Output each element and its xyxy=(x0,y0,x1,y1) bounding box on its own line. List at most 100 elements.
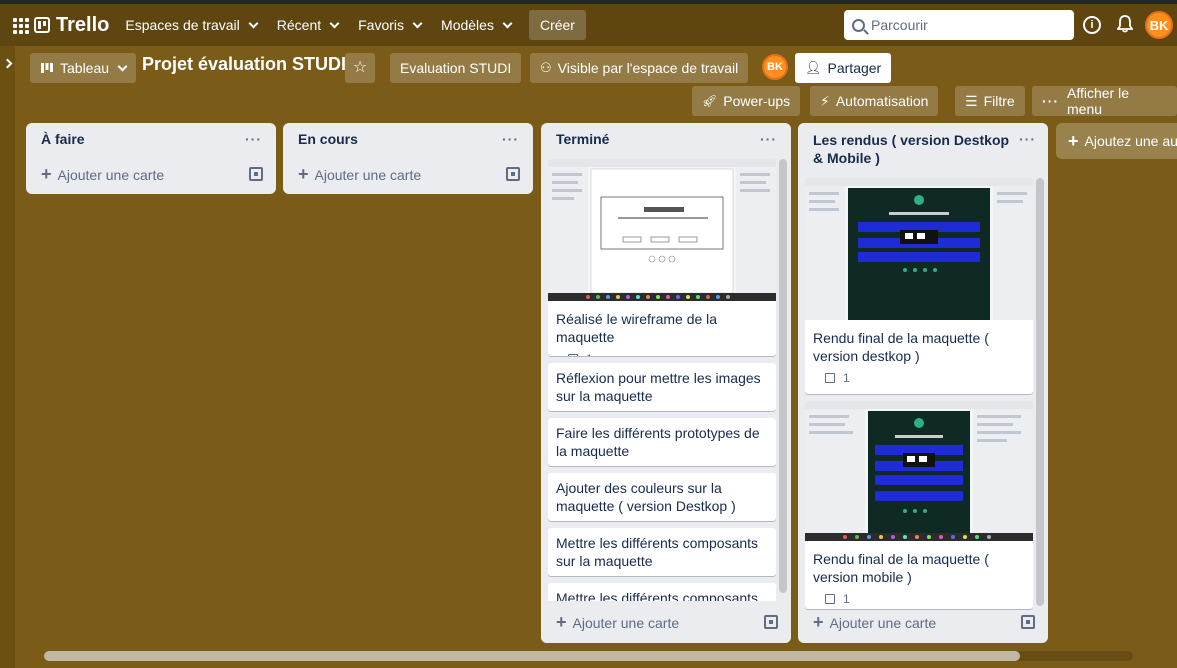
card[interactable]: Ajouter des couleurs sur la maquette ( v… xyxy=(548,473,776,521)
create-button[interactable]: Créer xyxy=(528,10,586,40)
card[interactable]: Rendu final de la maquette ( version des… xyxy=(805,178,1033,394)
plus-icon: + xyxy=(1068,130,1079,151)
view-switcher[interactable]: Tableau xyxy=(30,53,137,83)
chevron-down-icon xyxy=(117,61,128,71)
recent-menu[interactable]: Récent xyxy=(267,9,348,41)
list-todo: À faire ··· + Ajouter une carte xyxy=(26,123,276,194)
list-scrollbar[interactable] xyxy=(1036,178,1044,606)
favorites-label: Favoris xyxy=(358,17,405,33)
add-card-button[interactable]: + Ajouter une carte xyxy=(298,164,421,185)
card-title: Rendu final de la maquette ( version mob… xyxy=(813,551,989,585)
workspaces-menu[interactable]: Espaces de travail xyxy=(115,9,266,41)
add-card-button[interactable]: + Ajouter une carte xyxy=(556,612,679,633)
search-icon xyxy=(852,18,865,32)
card-title: Mettre les différents composants sur la … xyxy=(556,535,759,569)
wireframe-thumbnail xyxy=(548,159,776,301)
card-title: Ajouter des couleurs sur la maquette ( v… xyxy=(556,480,736,514)
workspace-button[interactable]: Evaluation STUDI xyxy=(390,53,522,83)
list-deliverables: Les rendus ( version Destkop & Mobile ) ·… xyxy=(798,123,1048,643)
app-header: Trello Espaces de travail Récent Favoris… xyxy=(0,4,1177,46)
badge-count: 1 xyxy=(843,371,850,385)
card[interactable]: Réflexion pour mettre les images sur la … xyxy=(548,363,776,411)
rocket-icon: 🚀︎ xyxy=(702,94,718,108)
board-icon xyxy=(41,63,53,73)
card-title: Rendu final de la maquette ( version des… xyxy=(813,330,989,364)
automation-label: Automatisation xyxy=(835,93,929,109)
visibility-button[interactable]: ⚇ Visible par l'espace de travail xyxy=(530,53,749,83)
badge-count: 1 xyxy=(843,592,850,606)
star-icon[interactable]: ☆ xyxy=(345,53,375,83)
trello-logo[interactable]: Trello xyxy=(34,14,109,37)
favorites-menu[interactable]: Favoris xyxy=(348,9,431,41)
attachment-icon xyxy=(825,594,835,604)
plus-icon: + xyxy=(556,612,567,632)
card-template-icon[interactable] xyxy=(764,615,778,629)
list-menu-icon[interactable]: ··· xyxy=(760,131,777,147)
search-input[interactable]: Parcourir xyxy=(844,10,1074,40)
workspaces-label: Espaces de travail xyxy=(125,17,240,33)
add-card-label: Ajouter une carte xyxy=(314,166,422,183)
attachment-icon xyxy=(825,373,835,383)
filter-button[interactable]: ☰ Filtre xyxy=(955,86,1025,116)
card[interactable]: Réalisé le wireframe de la maquette 1 xyxy=(548,159,776,356)
add-card-label: Ajouter une carte xyxy=(57,166,165,183)
list-menu-icon[interactable]: ··· xyxy=(502,131,519,147)
attachment-badge: 1 xyxy=(805,371,1033,393)
add-card-label: Ajouter une carte xyxy=(572,614,680,631)
chevron-down-icon xyxy=(329,18,340,28)
people-icon: ⚇ xyxy=(540,60,552,75)
templates-menu[interactable]: Modèles xyxy=(431,9,521,41)
card[interactable]: Faire les différents prototypes de la ma… xyxy=(548,418,776,466)
sidebar-collapsed[interactable] xyxy=(0,46,15,668)
chevron-down-icon xyxy=(502,18,513,28)
board-title[interactable]: Projet évaluation STUDI xyxy=(142,54,346,75)
list-title[interactable]: Terminé xyxy=(556,131,609,147)
powerups-button[interactable]: 🚀︎ Power-ups xyxy=(692,86,801,116)
add-card-button[interactable]: + Ajouter une carte xyxy=(41,164,164,185)
share-button[interactable]: 👤︎ Partager xyxy=(795,53,892,83)
member-avatar[interactable]: BK xyxy=(762,54,788,80)
card-template-icon[interactable] xyxy=(506,167,520,181)
list-title[interactable]: Les rendus ( version Destkop & Mobile ) xyxy=(813,131,1013,167)
list-done: Terminé ··· Réalisé le wireframe de la ma… xyxy=(541,123,791,643)
show-menu-button[interactable]: ··· Afficher le menu xyxy=(1032,85,1177,117)
card[interactable]: Mettre les différents composants sur la … xyxy=(548,528,776,576)
recent-label: Récent xyxy=(276,17,322,33)
attachment-icon xyxy=(568,354,578,356)
lightning-icon: ⚡︎ xyxy=(820,92,830,109)
automation-button[interactable]: ⚡︎ Automatisation xyxy=(810,86,939,116)
card-template-icon[interactable] xyxy=(249,167,263,181)
add-list-button[interactable]: + Ajoutez une aut xyxy=(1056,123,1177,159)
attachment-badge: 1 xyxy=(548,352,776,356)
list-title[interactable]: À faire xyxy=(41,131,85,147)
more-icon: ··· xyxy=(1042,93,1059,109)
mobile-mockup-thumbnail xyxy=(805,401,1033,541)
add-card-button[interactable]: + Ajouter une carte xyxy=(813,612,936,633)
list-menu-icon[interactable]: ··· xyxy=(1019,131,1036,167)
card-template-icon[interactable] xyxy=(1021,615,1035,629)
card-title: Faire les différents prototypes de la ma… xyxy=(556,425,760,459)
view-label: Tableau xyxy=(60,60,110,76)
list-menu-icon[interactable]: ··· xyxy=(245,131,262,147)
card-title: Réflexion pour mettre les images sur la … xyxy=(556,370,761,404)
card-title: Réalisé le wireframe de la maquette xyxy=(556,311,718,345)
card[interactable]: Rendu final de la maquette ( version mob… xyxy=(805,401,1033,609)
visibility-label: Visible par l'espace de travail xyxy=(557,60,739,76)
trello-logo-icon xyxy=(34,17,50,33)
list-title[interactable]: En cours xyxy=(298,131,358,147)
filter-label: Filtre xyxy=(983,93,1015,109)
user-avatar[interactable]: BK xyxy=(1145,11,1173,39)
add-list-label: Ajoutez une aut xyxy=(1084,133,1177,149)
app-switcher-icon[interactable] xyxy=(10,15,30,35)
board-scroll-thumb[interactable] xyxy=(44,651,1020,661)
notifications-bell-icon[interactable] xyxy=(1116,15,1134,33)
list-scrollbar[interactable] xyxy=(779,159,787,593)
info-icon[interactable]: i xyxy=(1083,16,1101,34)
chevron-down-icon xyxy=(412,18,423,28)
plus-icon: + xyxy=(41,164,52,184)
show-menu-label: Afficher le menu xyxy=(1067,85,1129,117)
attachment-badge: 1 xyxy=(805,592,1033,609)
desktop-mockup-thumbnail xyxy=(805,178,1033,320)
search-placeholder: Parcourir xyxy=(871,17,928,33)
person-icon: 👤︎ xyxy=(805,60,822,75)
